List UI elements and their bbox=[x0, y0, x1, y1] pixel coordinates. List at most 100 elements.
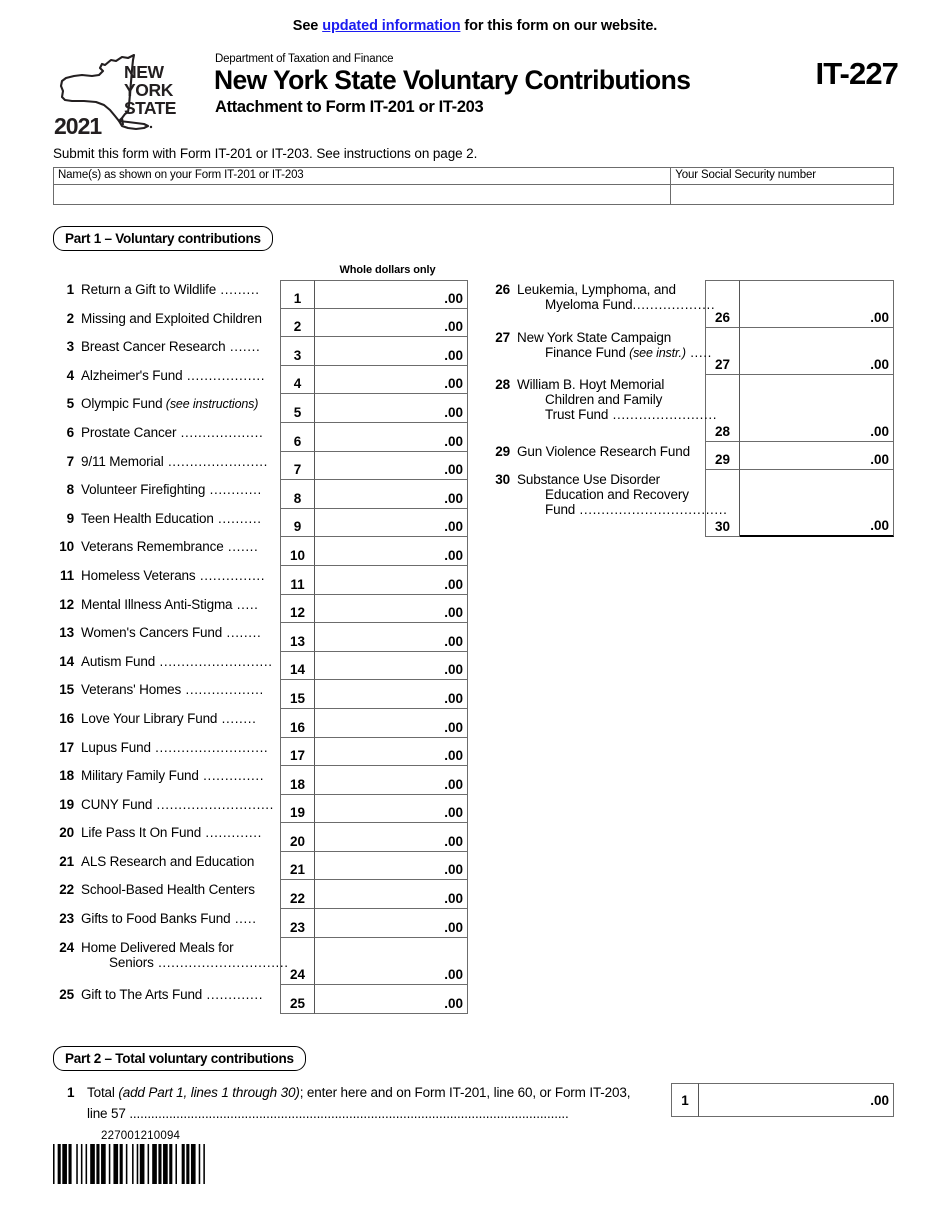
line-1-box-number: 1 bbox=[280, 280, 315, 309]
line-25-label: 25 Gift to The Arts Fund ............. bbox=[53, 985, 280, 1014]
line-28-text: Children and Family bbox=[545, 392, 663, 408]
line-30-text: Fund .................................. bbox=[545, 502, 728, 518]
line-11-box-number: 11 bbox=[280, 565, 315, 595]
part-2-amount-input[interactable]: .00 bbox=[699, 1083, 894, 1117]
contribution-row: 2 Missing and Exploited Children 2.00 bbox=[53, 308, 468, 338]
line-23-amount-input[interactable]: .00 bbox=[315, 909, 468, 938]
line-5-text: Olympic Fund (see instructions) bbox=[81, 396, 259, 412]
line-22-amount-input[interactable]: .00 bbox=[315, 880, 468, 910]
submit-instruction: Submit this form with Form IT-201 or IT-… bbox=[53, 146, 478, 161]
line-7-amount-input[interactable]: .00 bbox=[315, 451, 468, 481]
page-title: New York State Voluntary Contributions bbox=[214, 65, 691, 95]
line-1-amount-input[interactable]: .00 bbox=[315, 280, 468, 309]
contribution-row: 23 Gifts to Food Banks Fund ..... 23.00 bbox=[53, 909, 468, 938]
contribution-row: 22 School-Based Health Centers 22.00 bbox=[53, 880, 468, 910]
line-20-box-number: 20 bbox=[280, 823, 315, 852]
contribution-row: 15 Veterans' Homes .................. 15.0… bbox=[53, 680, 468, 709]
line-2-amount-input[interactable]: .00 bbox=[315, 308, 468, 338]
line-18-leader-dots: .............. bbox=[198, 768, 265, 784]
line-19-leader-dots: ........................... bbox=[152, 796, 275, 812]
line-11-label: 11 Homeless Veterans ............... bbox=[53, 566, 280, 595]
line-3-amount-input[interactable]: .00 bbox=[315, 337, 468, 366]
ssn-field-cell[interactable]: Your Social Security number bbox=[671, 168, 893, 204]
line-14-box-number: 14 bbox=[280, 651, 315, 681]
line-15-leader-dots: .................. bbox=[181, 682, 264, 698]
line-26-amount-input[interactable]: .00 bbox=[740, 280, 894, 328]
line-30-amount-input[interactable]: .00 bbox=[740, 470, 894, 537]
part-2-total-row: 1 Total (add Part 1, lines 1 through 30)… bbox=[53, 1082, 894, 1126]
line-20-amount-input[interactable]: .00 bbox=[315, 823, 468, 852]
line-15-amount-input[interactable]: .00 bbox=[315, 680, 468, 709]
line-17-number: 17 bbox=[59, 739, 74, 755]
line-9-number: 9 bbox=[66, 510, 75, 526]
line-19-text: CUNY Fund ........................... bbox=[81, 796, 275, 812]
line-29-amount-input[interactable]: .00 bbox=[740, 441, 894, 471]
updated-information-link[interactable]: updated information bbox=[322, 18, 460, 34]
contribution-row: 5 Olympic Fund (see instructions) 5.00 bbox=[53, 394, 468, 423]
contribution-row: 11 Homeless Veterans ............... 11.00 bbox=[53, 565, 468, 595]
line-30-number: 30 bbox=[495, 472, 510, 488]
line-23-box-number: 23 bbox=[280, 909, 315, 938]
line-17-amount-input[interactable]: .00 bbox=[315, 737, 468, 767]
line-23-label: 23 Gifts to Food Banks Fund ..... bbox=[53, 909, 280, 938]
name-field-cell[interactable]: Name(s) as shown on your Form IT-201 or … bbox=[54, 168, 672, 204]
line-17-label: 17 Lupus Fund .......................... bbox=[53, 738, 280, 767]
line-12-text: Mental Illness Anti-Stigma ..... bbox=[81, 596, 259, 612]
line-15-number: 15 bbox=[59, 682, 74, 698]
line-20-leader-dots: ............. bbox=[201, 825, 262, 841]
contribution-row: 29 Gun Violence Research Fund 29.00 bbox=[489, 441, 894, 471]
part-2-total-box: 1 .00 bbox=[671, 1083, 894, 1117]
line-18-label: 18 Military Family Fund .............. bbox=[53, 766, 280, 795]
line-21-label: 21 ALS Research and Education bbox=[53, 852, 280, 881]
department-label: Department of Taxation and Finance bbox=[215, 53, 394, 65]
line-18-box-number: 18 bbox=[280, 766, 315, 795]
name-field-label: Name(s) as shown on your Form IT-201 or … bbox=[58, 169, 304, 181]
contribution-row: 12 Mental Illness Anti-Stigma ..... 12.00 bbox=[53, 594, 468, 624]
line-19-amount-input[interactable]: .00 bbox=[315, 794, 468, 824]
line-10-label: 10 Veterans Remembrance ....... bbox=[53, 537, 280, 566]
line-22-text: School-Based Health Centers bbox=[81, 882, 255, 898]
line-12-amount-input[interactable]: .00 bbox=[315, 594, 468, 624]
line-4-amount-input[interactable]: .00 bbox=[315, 365, 468, 395]
line-10-amount-input[interactable]: .00 bbox=[315, 537, 468, 566]
line-24-label: 24 Home Delivered Meals for Seniors ......… bbox=[53, 938, 288, 986]
line-10-leader-dots: ....... bbox=[223, 539, 259, 555]
line-14-amount-input[interactable]: .00 bbox=[315, 651, 468, 681]
line-6-number: 6 bbox=[66, 424, 75, 440]
line-27-italic-note: (see instr.) bbox=[625, 345, 686, 360]
line-16-amount-input[interactable]: .00 bbox=[315, 708, 468, 738]
line-24-amount-input[interactable]: .00 bbox=[315, 937, 468, 986]
notice-pre-text: See bbox=[292, 18, 323, 34]
line-26-text: Leukemia, Lymphoma, and bbox=[517, 282, 676, 297]
line-25-leader-dots: ............. bbox=[202, 987, 264, 1003]
line-11-amount-input[interactable]: .00 bbox=[315, 565, 468, 595]
line-27-amount-input[interactable]: .00 bbox=[740, 327, 894, 376]
line-25-amount-input[interactable]: .00 bbox=[315, 985, 468, 1014]
logo-text-year: 2021 bbox=[54, 113, 102, 139]
line-19-box-number: 19 bbox=[280, 794, 315, 824]
line-8-amount-input[interactable]: .00 bbox=[315, 480, 468, 509]
line-3-label: 3 Breast Cancer Research ....... bbox=[53, 337, 280, 366]
line-13-amount-input[interactable]: .00 bbox=[315, 623, 468, 652]
line-28-amount-input[interactable]: .00 bbox=[740, 375, 894, 442]
line-17-leader-dots: .......................... bbox=[150, 739, 269, 755]
line-28-leader-dots: ........................ bbox=[608, 407, 718, 423]
line-18-amount-input[interactable]: .00 bbox=[315, 766, 468, 795]
line-5-amount-input[interactable]: .00 bbox=[315, 394, 468, 423]
line-21-amount-input[interactable]: .00 bbox=[315, 851, 468, 881]
line-9-amount-input[interactable]: .00 bbox=[315, 508, 468, 538]
line-13-box-number: 13 bbox=[280, 623, 315, 652]
line-6-amount-input[interactable]: .00 bbox=[315, 422, 468, 452]
line-9-text: Teen Health Education .......... bbox=[81, 510, 262, 526]
contribution-row: 9 Teen Health Education .......... 9.00 bbox=[53, 508, 468, 538]
form-number: IT-227 bbox=[815, 56, 899, 91]
contribution-row: 1 Return a Gift to Wildlife ......... 1.00 bbox=[53, 280, 468, 309]
line-29-text: Gun Violence Research Fund bbox=[517, 443, 690, 459]
line-1-text: Return a Gift to Wildlife ......... bbox=[81, 282, 260, 297]
line-1-number: 1 bbox=[66, 282, 75, 297]
contribution-row: 28 William B. Hoyt Memorial Children and F… bbox=[489, 375, 894, 442]
part-1-banner: Part 1 – Voluntary contributions bbox=[53, 226, 273, 251]
line-24-leader-dots: .............................. bbox=[153, 954, 289, 970]
line-9-leader-dots: .......... bbox=[213, 510, 262, 526]
line-16-label: 16 Love Your Library Fund ........ bbox=[53, 709, 280, 738]
